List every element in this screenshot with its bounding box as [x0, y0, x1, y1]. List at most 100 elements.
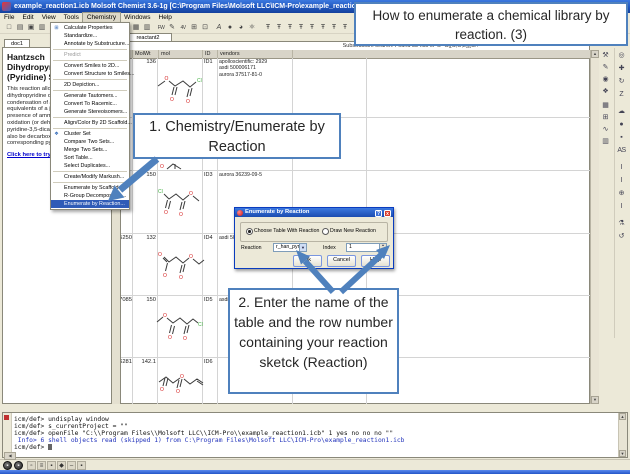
spin-arrows-icon[interactable]: ▴▾	[379, 244, 386, 251]
col-header-mol[interactable]: mol	[158, 50, 202, 58]
ibeam-icon-2[interactable]: I	[616, 175, 627, 186]
status-gem-icon[interactable]: ◆	[57, 461, 66, 470]
cell-id[interactable]: ID1	[204, 59, 217, 65]
menu-item-predict[interactable]: Predict	[51, 51, 129, 59]
menu-tools[interactable]: Tools	[60, 13, 83, 22]
edit-pencil-icon[interactable]: ✎	[600, 62, 611, 73]
cell-vendors[interactable]: apolloscientific: 2929 asdi 500006171 au…	[219, 59, 291, 78]
combo-dropdown-icon[interactable]: ▼	[299, 244, 306, 251]
menu-item-standardize[interactable]: Standardize...	[51, 32, 129, 40]
help-button[interactable]: Help	[361, 255, 390, 267]
small-box-icon[interactable]: ▪	[616, 132, 627, 143]
status-layers-icon[interactable]: ▪	[47, 461, 56, 470]
menu-item-generate-tautomers[interactable]: Generate Tautomers...	[51, 92, 129, 100]
status-record-icon-1[interactable]: ▪	[3, 461, 12, 470]
radio-choose-table-label[interactable]: Choose Table With Reaction	[254, 228, 319, 234]
scroll-up-icon[interactable]: ▲	[591, 50, 599, 58]
chemistry-flask-icon[interactable]: ⚗	[616, 218, 627, 229]
menu-item-annotate-by-substructure[interactable]: Annotate by Substructure...	[51, 40, 129, 48]
console-prompt-line[interactable]: icm/def>	[14, 444, 52, 451]
menu-windows[interactable]: Windows	[120, 13, 154, 22]
find-icon[interactable]: ◉	[600, 74, 611, 85]
cell-molwt[interactable]: 132	[133, 235, 156, 241]
index-spinbox[interactable]: 1 ▴▾	[346, 243, 387, 252]
menu-item-merge-two-sets[interactable]: Merge Two Sets...	[51, 146, 129, 154]
status-display-icon[interactable]: ▫	[27, 461, 36, 470]
cell-molwt[interactable]: 150	[133, 172, 156, 178]
menu-item-sort-table[interactable]: Sort Table...	[51, 154, 129, 162]
cell-id[interactable]: ID4	[204, 235, 217, 241]
add-object-icon[interactable]: ⊕	[616, 188, 627, 199]
radio-draw-new[interactable]	[322, 228, 329, 235]
menu-view[interactable]: View	[38, 13, 60, 22]
menu-item-r-group-decomposition[interactable]: R-Group Decomposition...	[51, 192, 129, 200]
ok-button[interactable]: Ok	[293, 255, 322, 267]
radio-choose-table[interactable]	[246, 228, 253, 235]
pan-icon[interactable]: ✚	[616, 63, 627, 74]
rotate-icon[interactable]: ↻	[616, 76, 627, 87]
table-tools-icon[interactable]: ▥	[600, 136, 611, 147]
menu-chemistry[interactable]: Chemistry	[83, 13, 120, 22]
col-header-molwt[interactable]: MolWt	[132, 50, 158, 58]
status-dot-icon[interactable]: ▪	[77, 461, 86, 470]
col-header-vendors[interactable]: vendors	[217, 50, 292, 58]
menu-item-cluster-set[interactable]: ❖Cluster Set	[51, 130, 129, 138]
radio-draw-new-label[interactable]: Draw New Reaction	[330, 228, 376, 234]
menu-item-align-color-by-2d-scaffold[interactable]: Align/Color By 2D Scaffold...	[51, 119, 129, 127]
scroll-down-icon[interactable]: ▼	[591, 396, 599, 404]
menu-item-select-duplicates[interactable]: Select Duplicates...	[51, 162, 129, 170]
menu-edit[interactable]: Edit	[18, 13, 37, 22]
cell-molwt[interactable]: 142.1	[133, 359, 156, 365]
console-hscroll-left-icon[interactable]: ◀	[4, 452, 16, 460]
status-window-icon[interactable]: ≡	[37, 461, 46, 470]
menu-item-enumerate-by-reaction[interactable]: Enumerate by Reaction...	[51, 200, 129, 208]
console-scrollbar[interactable]: ▲ ▼	[618, 413, 627, 457]
molecule-structure-partial[interactable]: O	[155, 160, 205, 170]
dialog-titlebar[interactable]: Enumerate by Reaction ? x	[235, 208, 393, 217]
ibeam-icon-1[interactable]: I	[616, 162, 627, 173]
zoom-icon[interactable]: ◎	[616, 50, 627, 61]
cluster-icon[interactable]: ❖	[600, 86, 611, 97]
palette-icon[interactable]: ▦	[600, 100, 611, 111]
menu-item-convert-smiles-to-2d[interactable]: Convert Smiles to 2D...	[51, 62, 129, 70]
cancel-button[interactable]: Cancel	[327, 255, 356, 267]
menu-item-convert-structure-to-smiles[interactable]: Convert Structure to Smiles...	[51, 70, 129, 78]
menu-file[interactable]: File	[0, 13, 18, 22]
cell-molwt[interactable]: 136	[133, 59, 156, 65]
surface-icon[interactable]: ☁	[616, 106, 627, 117]
table-vertical-scrollbar[interactable]: ▲ ▼	[590, 50, 599, 404]
menu-item-calculate-properties[interactable]: ⊞Calculate Properties	[51, 24, 129, 32]
status-record-icon-2[interactable]: ▪	[14, 461, 23, 470]
molecule-structure[interactable]: O O O Cl	[155, 68, 205, 112]
molecule-structure[interactable]: O O O Cl	[155, 306, 205, 350]
menu-item-convert-to-racemic[interactable]: Convert To Racemic...	[51, 100, 129, 108]
menu-item-enumerate-by-scaffold[interactable]: Enumerate by Scaffold...	[51, 184, 129, 192]
column-tool-icon-8[interactable]: Ŧ	[339, 22, 351, 34]
menu-item-create-modify-markush[interactable]: Create/Modify Markush...	[51, 173, 129, 181]
menu-item-2d-depiction[interactable]: 2D Depiction...	[51, 81, 129, 89]
scroll-up-icon[interactable]: ▲	[619, 413, 626, 420]
plot-icon[interactable]: ∿	[600, 124, 611, 135]
ibeam-icon-3[interactable]: I	[616, 201, 627, 212]
menu-item-compare-two-sets[interactable]: Compare Two Sets...	[51, 138, 129, 146]
menu-help[interactable]: Help	[155, 13, 176, 22]
cell-id[interactable]: ID3	[204, 172, 217, 178]
scroll-down-icon[interactable]: ▼	[619, 450, 626, 457]
cpk-sphere-icon[interactable]: ●	[616, 119, 627, 130]
tools-wrench-icon[interactable]: ⚒	[600, 50, 611, 61]
col-header-id[interactable]: ID	[202, 50, 217, 58]
status-minus-icon[interactable]: –	[67, 461, 76, 470]
dialog-help-icon[interactable]: ?	[375, 210, 382, 217]
undo-rotate-icon[interactable]: ↺	[616, 231, 627, 242]
col-header-empty[interactable]	[292, 50, 366, 58]
grid-add-icon[interactable]: ⊞	[600, 112, 611, 123]
cell-id[interactable]: ID5	[204, 297, 217, 303]
molecule-structure[interactable]: O O O	[155, 368, 205, 404]
molecule-structure[interactable]: Cl O O O	[155, 182, 205, 226]
atom-select-icon[interactable]: AS	[616, 145, 627, 156]
cell-catalog[interactable]: 87085	[121, 297, 132, 303]
molecule-structure[interactable]: O O O O	[155, 244, 205, 288]
cell-id[interactable]: ID6	[204, 359, 217, 365]
command-console[interactable]: icm/def> undisplay window icm/def> s_cur…	[2, 412, 628, 458]
menu-item-generate-stereoisomers[interactable]: Generate Stereoisomers...	[51, 108, 129, 116]
